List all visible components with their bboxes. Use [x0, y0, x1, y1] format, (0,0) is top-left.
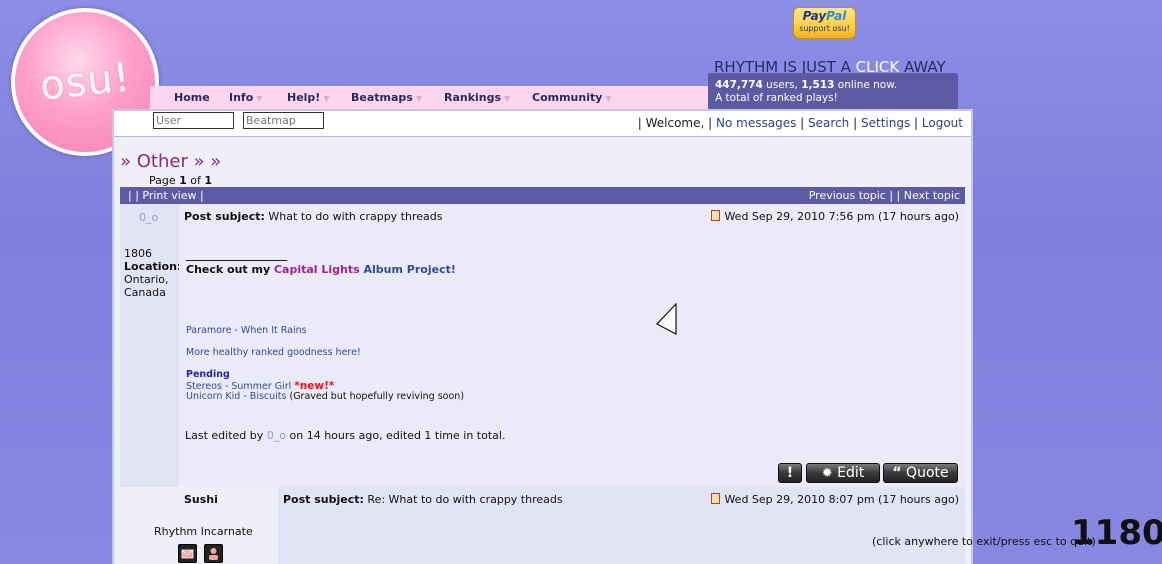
- topic-nav-bar: | | Print view | Previous topic | | Next…: [120, 187, 965, 204]
- main-nav: Home Info ▼ Help! ▼ Beatmaps ▼ Rankings ▼ Co…: [150, 86, 708, 110]
- stats-line-2: A total of ranked plays!: [715, 92, 838, 104]
- nav-info[interactable]: Info ▼: [229, 91, 262, 104]
- logout-link[interactable]: Logout: [922, 116, 963, 130]
- paypal-support-button[interactable]: PayPal support osu!: [793, 7, 856, 39]
- quote-button[interactable]: “ Quote: [883, 463, 958, 483]
- print-view-link[interactable]: | | Print view |: [128, 189, 204, 202]
- post-body: Post subject: What to do with crappy thr…: [179, 204, 965, 487]
- location-value: Ontario, Canada: [124, 273, 169, 299]
- nav-beatmaps[interactable]: Beatmaps ▼: [351, 91, 422, 104]
- location-label: Location:: [124, 260, 182, 273]
- stats-line-1: 447,774 users, 1,513 online now.: [715, 79, 898, 91]
- beatmap-search-input[interactable]: [243, 112, 324, 129]
- post-subject: Post subject: What to do with crappy thr…: [184, 210, 443, 223]
- search-toolbar: | Welcome, | No messages | Search | Sett…: [114, 111, 971, 137]
- click-counter: 1180: [1071, 513, 1162, 553]
- settings-link[interactable]: Settings: [861, 116, 910, 130]
- capital-lights-link[interactable]: Capital Lights: [274, 263, 360, 276]
- edit-button[interactable]: ✹ Edit: [806, 463, 880, 483]
- nav-rankings[interactable]: Rankings ▼: [444, 91, 510, 104]
- post-body: Post subject: Re: What to do with crappy…: [278, 487, 965, 564]
- post-doc-icon[interactable]: [711, 210, 721, 221]
- post-author-column: 0_o 1806 Location: Ontario, Canada: [120, 204, 182, 487]
- pm-envelope-icon[interactable]: [178, 544, 197, 563]
- site-stats-box: 447,774 users, 1,513 online now. A total…: [708, 73, 958, 110]
- beatmap-link-unicorn-kid[interactable]: Unicorn Kid - Biscuits: [186, 391, 286, 402]
- post-doc-icon[interactable]: [711, 493, 721, 504]
- search-link[interactable]: Search: [808, 116, 849, 130]
- paypal-brand: PayPal: [802, 9, 847, 23]
- pending-map-line-2: Unicorn Kid - Biscuits (Graved but hopef…: [186, 391, 465, 402]
- signature-album-line: Check out my Capital Lights Album Projec…: [186, 263, 456, 276]
- pending-label: Pending: [186, 369, 230, 380]
- post-author-name[interactable]: 0_o: [139, 211, 158, 224]
- forum-breadcrumb-title[interactable]: » Other » »: [120, 151, 221, 172]
- cursor-arrow-icon: [656, 302, 677, 335]
- post-subject: Post subject: Re: What to do with crappy…: [283, 493, 563, 506]
- post-author-name[interactable]: Sushi: [184, 493, 218, 506]
- user-search-input[interactable]: [153, 112, 234, 129]
- user-links: | Welcome, | No messages | Search | Sett…: [637, 116, 963, 130]
- signature-divider: [186, 260, 287, 261]
- nav-home[interactable]: Home: [174, 91, 210, 104]
- online-count: 1,513: [801, 79, 835, 91]
- user-rank-title: Rhythm Incarnate: [154, 525, 253, 538]
- beatmap-link-paramore[interactable]: Paramore - When It Rains: [186, 325, 307, 336]
- post-date: Wed Sep 29, 2010 7:56 pm (17 hours ago): [711, 210, 959, 223]
- chevron-down-icon: ▼: [504, 94, 511, 103]
- paypal-sub-label: support osu!: [799, 24, 850, 33]
- chevron-down-icon: ▼: [256, 94, 263, 103]
- ranked-maps-link[interactable]: More healthy ranked goodness here!: [186, 347, 361, 358]
- profile-user-icon[interactable]: [204, 544, 223, 563]
- messages-link[interactable]: No messages: [716, 116, 796, 130]
- gear-icon: ✹: [821, 466, 833, 481]
- quote-icon: “: [892, 465, 902, 481]
- edited-notice: Last edited by 0_o on 14 hours ago, edit…: [185, 429, 506, 442]
- post-author-column: Sushi Rhythm Incarnate: [120, 487, 278, 564]
- users-count: 447,774: [715, 79, 763, 91]
- chevron-down-icon: ▼: [323, 94, 330, 103]
- report-button[interactable]: !: [778, 463, 802, 483]
- page-count: Page 1 of 1: [149, 174, 213, 187]
- prev-next-topic-links[interactable]: Previous topic | | Next topic: [809, 189, 960, 202]
- post-count: 1806: [124, 247, 152, 260]
- chevron-down-icon: ▼: [415, 94, 422, 103]
- nav-community[interactable]: Community ▼: [532, 91, 612, 104]
- exit-hint-text: (click anywhere to exit/press esc to qui…: [872, 535, 1096, 548]
- post-date: Wed Sep 29, 2010 8:07 pm (17 hours ago): [711, 493, 959, 506]
- nav-help[interactable]: Help! ▼: [287, 91, 329, 104]
- welcome-text: Welcome,: [645, 116, 705, 130]
- chevron-down-icon: ▼: [605, 94, 612, 103]
- edited-by-user-link[interactable]: 0_o: [267, 429, 286, 442]
- logo-text: osu!: [37, 54, 133, 110]
